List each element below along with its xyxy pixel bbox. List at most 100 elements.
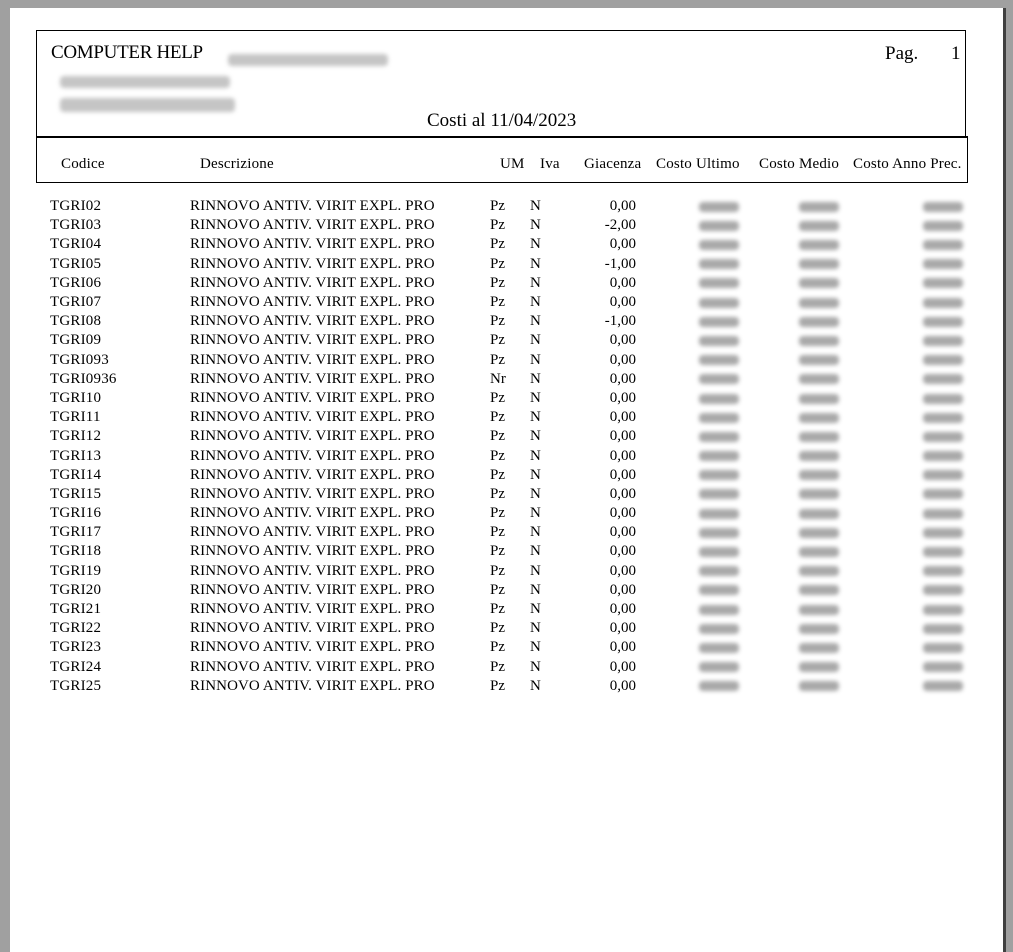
- redacted-value: [799, 201, 839, 212]
- cell-giacenza: 0,00: [609, 389, 636, 406]
- cell-descrizione: RINNOVO ANTIV. VIRIT EXPL. PRO: [190, 658, 435, 675]
- redacted-value: [923, 412, 963, 423]
- cell-giacenza: -2,00: [604, 217, 636, 234]
- cell-giacenza: 0,00: [609, 428, 636, 445]
- redacted-value: [923, 201, 963, 212]
- cell-costo-ultimo-redacted: [636, 466, 739, 485]
- cell-iva: N: [530, 677, 541, 694]
- cell-costo-medio-redacted: [739, 235, 839, 254]
- cell-codice: TGRI19: [50, 562, 102, 579]
- redacted-value: [923, 489, 963, 500]
- cell-um: Pz: [490, 658, 505, 675]
- redacted-value: [699, 527, 739, 538]
- table-row: TGRI11 RINNOVO ANTIV. VIRIT EXPL. PRO Pz N 0…: [50, 408, 963, 427]
- redacted-value: [923, 566, 963, 577]
- cell-giacenza: 0,00: [609, 658, 636, 675]
- cell-costo-ultimo-redacted: [636, 274, 739, 293]
- cell-giacenza: 0,00: [609, 485, 636, 502]
- table-row: TGRI15 RINNOVO ANTIV. VIRIT EXPL. PRO Pz N 0…: [50, 485, 963, 504]
- table-row: TGRI06 RINNOVO ANTIV. VIRIT EXPL. PRO Pz N 0…: [50, 274, 963, 293]
- table-row: TGRI12 RINNOVO ANTIV. VIRIT EXPL. PRO Pz N 0…: [50, 427, 963, 446]
- redacted-value: [923, 297, 963, 308]
- cell-costo-anno-prec-redacted: [839, 466, 963, 485]
- redacted-value: [799, 451, 839, 462]
- cell-codice: TGRI23: [50, 639, 102, 656]
- cell-costo-ultimo-redacted: [636, 427, 739, 446]
- cell-costo-anno-prec-redacted: [839, 408, 963, 427]
- cell-iva: N: [530, 562, 541, 579]
- cell-costo-medio-redacted: [739, 216, 839, 235]
- cell-giacenza: 0,00: [609, 620, 636, 637]
- report-title: Costi al 11/04/2023: [427, 110, 577, 131]
- cell-costo-ultimo-redacted: [636, 658, 739, 677]
- cell-um: Pz: [490, 620, 505, 637]
- cost-table: TGRI02 RINNOVO ANTIV. VIRIT EXPL. PRO Pz N 0…: [50, 197, 963, 696]
- redacted-value: [799, 278, 839, 289]
- cell-costo-ultimo-redacted: [636, 562, 739, 581]
- cell-costo-ultimo-redacted: [636, 581, 739, 600]
- redacted-value: [923, 623, 963, 634]
- redacted-value: [799, 681, 839, 692]
- cell-codice: TGRI25: [50, 677, 102, 694]
- cell-codice: TGRI24: [50, 658, 102, 675]
- redacted-value: [923, 470, 963, 481]
- column-header-descrizione: Descrizione: [200, 156, 274, 172]
- cell-um: Pz: [490, 236, 505, 253]
- cell-costo-medio-redacted: [739, 677, 839, 696]
- cell-codice: TGRI09: [50, 332, 102, 349]
- redacted-value: [699, 355, 739, 366]
- cell-giacenza: 0,00: [609, 198, 636, 215]
- cell-descrizione: RINNOVO ANTIV. VIRIT EXPL. PRO: [190, 447, 435, 464]
- cell-codice: TGRI07: [50, 294, 102, 311]
- table-row: TGRI05 RINNOVO ANTIV. VIRIT EXPL. PRO Pz N -…: [50, 255, 963, 274]
- cell-costo-anno-prec-redacted: [839, 600, 963, 619]
- redacted-value: [699, 662, 739, 673]
- cell-costo-medio-redacted: [739, 370, 839, 389]
- table-row: TGRI0936 RINNOVO ANTIV. VIRIT EXPL. PRO Nr…: [50, 370, 963, 389]
- cell-costo-anno-prec-redacted: [839, 370, 963, 389]
- redacted-value: [923, 547, 963, 558]
- cell-descrizione: RINNOVO ANTIV. VIRIT EXPL. PRO: [190, 274, 435, 291]
- redacted-value: [923, 393, 963, 404]
- table-row: TGRI04 RINNOVO ANTIV. VIRIT EXPL. PRO Pz N 0…: [50, 235, 963, 254]
- cell-codice: TGRI18: [50, 543, 102, 560]
- cell-costo-anno-prec-redacted: [839, 523, 963, 542]
- cell-costo-anno-prec-redacted: [839, 658, 963, 677]
- cell-iva: N: [530, 294, 541, 311]
- table-row: TGRI03 RINNOVO ANTIV. VIRIT EXPL. PRO Pz N -…: [50, 216, 963, 235]
- cell-iva: N: [530, 274, 541, 291]
- cell-costo-medio-redacted: [739, 446, 839, 465]
- cell-codice: TGRI12: [50, 428, 102, 445]
- cell-giacenza: 0,00: [609, 562, 636, 579]
- table-row: TGRI09 RINNOVO ANTIV. VIRIT EXPL. PRO Pz N 0…: [50, 331, 963, 350]
- cell-um: Pz: [490, 198, 505, 215]
- cell-costo-anno-prec-redacted: [839, 562, 963, 581]
- table-row: TGRI22 RINNOVO ANTIV. VIRIT EXPL. PRO Pz N 0…: [50, 619, 963, 638]
- cell-iva: N: [530, 639, 541, 656]
- cell-descrizione: RINNOVO ANTIV. VIRIT EXPL. PRO: [190, 677, 435, 694]
- redacted-value: [923, 240, 963, 251]
- redacted-value: [923, 355, 963, 366]
- table-row: TGRI14 RINNOVO ANTIV. VIRIT EXPL. PRO Pz N 0…: [50, 466, 963, 485]
- redacted-value: [923, 451, 963, 462]
- cell-um: Pz: [490, 601, 505, 618]
- cell-giacenza: 0,00: [609, 466, 636, 483]
- table-row: TGRI13 RINNOVO ANTIV. VIRIT EXPL. PRO Pz N 0…: [50, 446, 963, 465]
- cell-um: Pz: [490, 274, 505, 291]
- cell-costo-medio-redacted: [739, 427, 839, 446]
- cell-giacenza: 0,00: [609, 543, 636, 560]
- table-row: TGRI21 RINNOVO ANTIV. VIRIT EXPL. PRO Pz N 0…: [50, 600, 963, 619]
- cell-iva: N: [530, 313, 541, 330]
- cell-um: Pz: [490, 639, 505, 656]
- cell-costo-anno-prec-redacted: [839, 581, 963, 600]
- cell-um: Pz: [490, 255, 505, 272]
- cell-um: Pz: [490, 313, 505, 330]
- cell-codice: TGRI05: [50, 255, 102, 272]
- cell-um: Pz: [490, 505, 505, 522]
- redacted-value: [699, 431, 739, 442]
- cell-costo-medio-redacted: [739, 389, 839, 408]
- cell-descrizione: RINNOVO ANTIV. VIRIT EXPL. PRO: [190, 389, 435, 406]
- cell-iva: N: [530, 370, 541, 387]
- redacted-address-line-2: [60, 98, 235, 112]
- cell-iva: N: [530, 524, 541, 541]
